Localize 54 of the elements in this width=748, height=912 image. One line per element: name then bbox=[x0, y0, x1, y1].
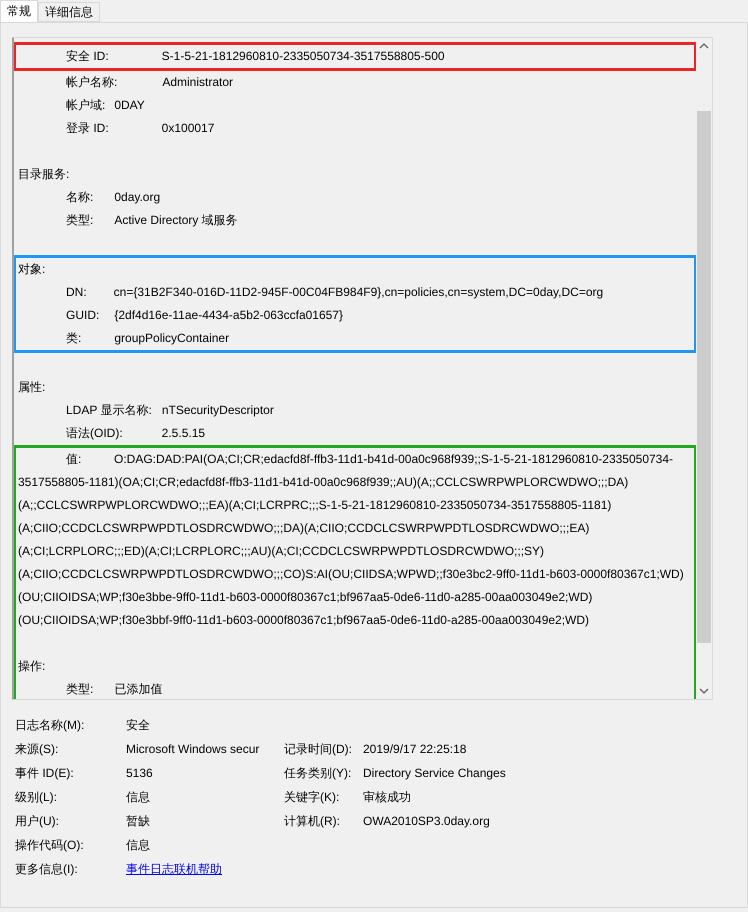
property-label: 操作代码(O): bbox=[15, 837, 85, 854]
property-value: 审核成功 bbox=[363, 789, 412, 806]
property-label: 日志名称(M): bbox=[15, 717, 86, 734]
tab[interactable]: 常规 bbox=[0, 0, 38, 22]
field-value: cn={31B2F340-016D-11D2-945F-00C04FB984F9},cn=policies,cn=system,DC=0day,DC=org bbox=[114, 284, 604, 301]
property-label: 记录时间(D): bbox=[284, 741, 353, 758]
field-value: 0DAY bbox=[114, 97, 145, 114]
section-heading: 操作: bbox=[18, 658, 46, 675]
field-label: 类型: bbox=[66, 681, 94, 698]
field-label: LDAP 显示名称: bbox=[66, 402, 152, 419]
field-value: nTSecurityDescriptor bbox=[162, 402, 274, 419]
property-value: 信息 bbox=[126, 837, 151, 854]
property-label: 用户(U): bbox=[15, 813, 60, 830]
value-entry: 值: O:DAG:DAD:PAI(OA;CI;CR;edacfd8f-ffb3-11d1-b41d-00a0c968f939;;S-1-5-21-1812960810-2335050734-3517558805-1181)(OA;CI;CR;edacfd8f-ffb3-11d1-b41d-00a0c968f939;;AU)(A;;CCLCSWRPWPLORCWDWO;;;DA)(A;;CCLCSWRPWPLORCWDWO;;;EA)(A;CI;LCRPRC;;;S-1-5-21-1812960810-2335050734-3517558805-1181)(A;CIIO;CCDCLCSWRPWPDTLOSDRCWDWO;;;DA)(A;CIIO;CCDCLCSWRPWPDTLOSDRCWDWO;;;EA)(A;CI;LCRPLORC;;;ED)(A;CI;LCRPLORC;;;AU)(A;CI;CCDCLCSWRPWPDTLOSDRCWDWO;;;SY)(A;CIIO;CCDCLCSWRPWPDTLOSDRCWDWO;;;CO)S:AI(OU;CIIDSA;WPWD;;f30e3bc2-9ff0-11d1-b603-0000f80367c1;WD)(OU;CIIOIDSA;WP;f30e3bbe-9ff0-11d1-b603-0000f80367c1;bf967aa5-0de6-11d0-a285-00aa003049e2;WD)(OU;CIIOIDSA;WP;f30e3bbf-9ff0-11d1-b603-0000f80367c1;bf967aa5-0de6-11d0-a285-00aa003049e2;WD) bbox=[18, 451, 685, 629]
field-value: Active Directory 域服务 bbox=[114, 212, 238, 229]
property-label: 事件 ID(E): bbox=[15, 765, 75, 782]
section-heading: 属性: bbox=[18, 379, 46, 396]
section-heading: 目录服务: bbox=[18, 166, 70, 183]
property-value: 5136 bbox=[126, 765, 154, 782]
property-value: OWA2010SP3.0day.org bbox=[363, 813, 491, 830]
field-label: 帐户名称: bbox=[66, 74, 118, 91]
tab[interactable]: 详细信息 bbox=[38, 2, 100, 22]
field-value: Administrator bbox=[162, 74, 234, 91]
field-label: 类: bbox=[66, 330, 82, 347]
field-label: 登录 ID: bbox=[66, 120, 109, 137]
field-value: {2df4d16e-11ae-4434-a5b2-063ccfa01657} bbox=[114, 307, 343, 324]
field-label: 帐户域: bbox=[66, 97, 106, 114]
field-value: S-1-5-21-1812960810-2335050734-3517558805-500 bbox=[162, 48, 445, 65]
field-value: 0x100017 bbox=[162, 120, 214, 137]
property-value: 安全 bbox=[126, 717, 151, 734]
property-label: 来源(S): bbox=[15, 741, 60, 758]
property-value: 信息 bbox=[126, 789, 151, 806]
section-heading: 对象: bbox=[18, 261, 46, 278]
field-label: DN: bbox=[66, 284, 87, 301]
property-value: Microsoft Windows secur bbox=[126, 741, 260, 758]
field-value: 0day.org bbox=[114, 189, 160, 206]
property-value: Directory Service Changes bbox=[363, 765, 507, 782]
property-value: 暂缺 bbox=[126, 813, 151, 830]
property-label: 任务类别(Y): bbox=[284, 765, 352, 782]
property-label: 计算机(R): bbox=[284, 813, 341, 830]
field-label: 语法(OID): bbox=[66, 425, 123, 442]
property-label: 级别(L): bbox=[15, 789, 58, 806]
field-value: 已添加值 bbox=[114, 681, 162, 698]
field-label: 安全 ID: bbox=[66, 48, 109, 65]
help-link[interactable]: 事件日志联机帮助 bbox=[126, 862, 222, 876]
field-label: 名称: bbox=[66, 189, 94, 206]
property-label: 关键字(K): bbox=[284, 789, 340, 806]
field-label: GUID: bbox=[66, 307, 100, 324]
property-label: 更多信息(I): bbox=[15, 861, 79, 878]
property-value: 2019/9/17 22:25:18 bbox=[363, 741, 468, 758]
scrollbar-thumb[interactable] bbox=[697, 111, 711, 643]
field-value: 2.5.5.15 bbox=[162, 425, 206, 442]
field-label: 类型: bbox=[66, 212, 94, 229]
field-value: groupPolicyContainer bbox=[114, 330, 230, 347]
